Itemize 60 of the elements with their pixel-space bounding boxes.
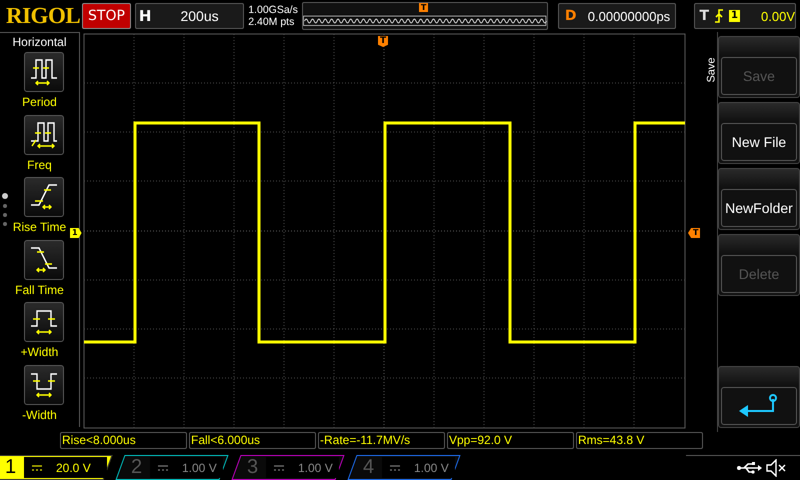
measurement-readout: -Rate=-11.7MV/s [318,432,445,449]
memory-depth: 2.40M pts [248,16,296,28]
delay-panel[interactable]: D 0.00000000ps [558,3,676,29]
measurement-readout: Rms=43.8 V [576,432,703,449]
measure-button[interactable] [24,114,64,154]
timebase-label: H [138,7,152,25]
measurement-readout: Rise<8.000us [60,432,187,449]
channel-scale: 1.00 V [414,460,449,474]
channel-number: 2 [130,456,144,479]
channel-number: 1 [4,456,18,479]
trigger-level-marker: T [688,228,700,238]
measure-label: Rise Time [12,220,66,234]
timebase-panel[interactable]: H 200us [134,3,244,29]
dc-coupling-icon [32,464,42,470]
brand-logo: RIGOL [6,3,78,29]
menu-title: Horizontal [12,35,67,49]
delay-value: 0.00000000ps [586,8,672,24]
measure-button[interactable] [24,52,64,92]
trigger-panel[interactable]: T 1 0.00V [694,3,796,29]
channel-scale: 1.00 V [182,460,217,474]
trigger-position-marker: T [418,3,428,12]
menu-softkey[interactable]: New File [718,102,800,164]
dc-coupling-icon [390,464,400,470]
channel-tab[interactable]: 4 1.00 V [347,455,461,480]
trigger-label: T [699,8,710,24]
dc-coupling-icon [274,464,284,470]
measure-button[interactable] [24,177,64,217]
channel-number: 3 [246,456,260,479]
measure-label: -Width [22,408,57,422]
channel-offset-marker: 1 [70,228,82,238]
menu-softkey[interactable]: NewFolder [718,168,800,230]
measure-label: Fall Time [15,282,64,296]
measure-label: Freq [27,158,52,172]
channel-tab[interactable]: 1 20.0 V [0,455,113,480]
measurement-readout: Fall<6.000us [189,432,316,449]
measurement-readout: Vpp=92.0 V [447,432,574,449]
measure-button[interactable] [24,240,64,280]
measure-label: Period [22,95,57,109]
channel-scale: 20.0 V [56,460,91,474]
delay-label: D [564,8,578,24]
measure-button[interactable] [24,364,64,404]
run-state-button[interactable]: STOP [82,3,131,29]
channel-number: 4 [362,456,376,479]
menu-softkey[interactable] [718,366,800,428]
trigger-level: 0.00V [761,8,795,24]
menu-title: Save [706,57,718,83]
trigger-time-marker: T [378,36,388,47]
channel-scale: 1.00 V [298,460,333,474]
channel-tab[interactable]: 2 1.00 V [115,455,229,480]
channel-tab[interactable]: 3 1.00 V [231,455,345,480]
measure-button[interactable] [24,302,64,342]
dc-coupling-icon [158,464,168,470]
measure-label: +Width [20,345,58,359]
usb-icon [736,461,762,475]
sample-rate: 1.00GSa/s [248,4,298,16]
trigger-source-badge: 1 [729,10,740,22]
rising-edge-icon [714,9,724,23]
timebase-value: 200us [179,8,220,24]
speaker-muted-icon [766,459,786,477]
page-indicator-icon [2,193,8,227]
